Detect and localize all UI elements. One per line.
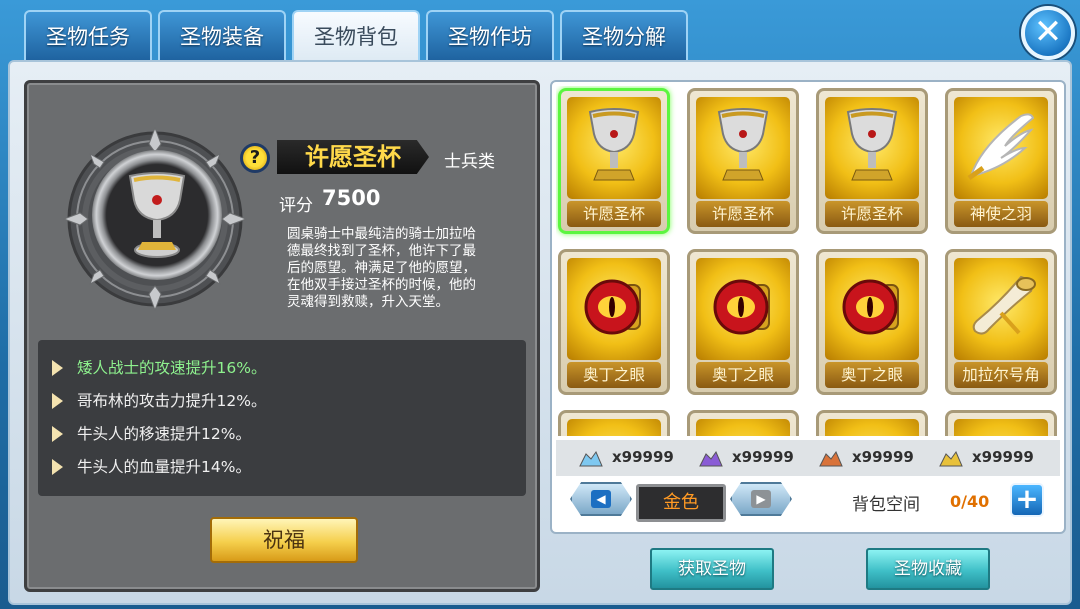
tab-relic-equip[interactable]: 圣物装备	[158, 10, 286, 60]
eye-icon	[696, 258, 790, 360]
grail-icon	[696, 97, 790, 199]
relic-name: 许愿圣杯	[277, 140, 429, 174]
inventory-slot[interactable]: 奥丁之眼	[687, 249, 799, 395]
inventory-slot-label: 神使之羽	[954, 201, 1048, 227]
get-relic-button[interactable]: 获取圣物	[650, 548, 774, 590]
resource-count: x99999	[852, 448, 914, 466]
bless-button[interactable]: 祝福	[210, 517, 358, 563]
resource-bar: x99999 x99999 x99999 x99999	[556, 440, 1060, 476]
inventory-slot-label: 许愿圣杯	[696, 201, 790, 227]
inventory-slot-label: 许愿圣杯	[567, 201, 661, 227]
grail-icon	[128, 172, 186, 258]
tab-relic-workshop[interactable]: 圣物作坊	[426, 10, 554, 60]
gold-gem-icon	[939, 450, 963, 467]
inventory-slot[interactable]: 奥丁之眼	[816, 249, 928, 395]
effect-item: 矮人战士的攻速提升16%。	[52, 356, 266, 378]
relic-collection-button[interactable]: 圣物收藏	[866, 548, 990, 590]
prev-quality-button[interactable]: ◀	[570, 482, 632, 516]
inventory-slot[interactable]	[687, 410, 799, 436]
bag-space-label: 背包空间	[852, 495, 920, 515]
inventory-slot[interactable]	[558, 410, 670, 436]
help-icon[interactable]: ?	[240, 143, 270, 173]
inventory-slot[interactable]: 神使之羽	[945, 88, 1057, 234]
description-line: 灵魂得到救赎，升入天堂。	[287, 294, 449, 310]
description-line: 德最终找到了圣杯，他许下了最	[287, 243, 476, 259]
tab-relic-quest[interactable]: 圣物任务	[24, 10, 152, 60]
effect-item: 哥布林的攻击力提升12%。	[52, 389, 266, 411]
bullet-icon	[52, 360, 63, 376]
inventory-slot[interactable]	[945, 410, 1057, 436]
eye-icon	[567, 258, 661, 360]
quality-filter[interactable]: 金色	[636, 484, 726, 522]
inventory-slot-label: 奥丁之眼	[567, 362, 661, 388]
description-line: 后的愿望。神满足了他的愿望，	[287, 260, 476, 276]
tab-relic-bag[interactable]: 圣物背包	[292, 10, 420, 64]
effect-item: 牛头人的移速提升12%。	[52, 422, 251, 444]
score-label: 评分	[279, 196, 313, 216]
bag-space-count: 0/40	[950, 492, 990, 511]
relic-description: 圆桌骑士中最纯洁的骑士加拉哈 德最终找到了圣杯，他许下了最 后的愿望。神满足了他…	[287, 226, 525, 311]
resource-count: x99999	[612, 448, 674, 466]
expand-bag-button[interactable]: +	[1010, 483, 1044, 517]
arrow-left-icon: ◀	[591, 490, 611, 508]
inventory-slot[interactable]	[816, 410, 928, 436]
close-icon: ✕	[1033, 12, 1063, 52]
horn-icon	[954, 258, 1048, 360]
close-button[interactable]: ✕	[1021, 6, 1075, 60]
next-quality-button[interactable]: ▶	[730, 482, 792, 516]
inventory-slot-label: 加拉尔号角	[954, 362, 1048, 388]
inventory-slot[interactable]: 许愿圣杯	[558, 88, 670, 234]
inventory-slot-label: 奥丁之眼	[825, 362, 919, 388]
inventory-slot-label: 许愿圣杯	[825, 201, 919, 227]
orange-gem-icon	[819, 450, 843, 467]
inventory-slot[interactable]: 许愿圣杯	[687, 88, 799, 234]
bullet-icon	[52, 393, 63, 409]
score-value: 7500	[322, 186, 381, 210]
tab-relic-decompose[interactable]: 圣物分解	[560, 10, 688, 60]
arrow-right-icon: ▶	[751, 490, 771, 508]
blue-gem-icon	[579, 450, 603, 467]
grail-icon	[567, 97, 661, 199]
effect-item: 牛头人的血量提升14%。	[52, 455, 251, 477]
bullet-icon	[52, 459, 63, 475]
slot-art	[567, 419, 661, 436]
slot-art	[696, 419, 790, 436]
purple-gem-icon	[699, 450, 723, 467]
effect-text: 牛头人的移速提升12%。	[77, 425, 251, 443]
slot-art	[954, 419, 1048, 436]
inventory-slot[interactable]: 加拉尔号角	[945, 249, 1057, 395]
effects-list: 矮人战士的攻速提升16%。 哥布林的攻击力提升12%。 牛头人的移速提升12%。…	[38, 340, 526, 496]
effect-text: 矮人战士的攻速提升16%。	[77, 359, 267, 377]
inventory-grid[interactable]: 许愿圣杯 许愿圣杯 许愿圣杯 神使之羽奥丁之眼 奥丁之眼 奥丁之眼 加拉尔号角	[556, 86, 1060, 436]
resource-count: x99999	[732, 448, 794, 466]
inventory-slot[interactable]: 许愿圣杯	[816, 88, 928, 234]
description-line: 圆桌骑士中最纯洁的骑士加拉哈	[287, 226, 476, 242]
plus-icon: +	[1015, 482, 1039, 515]
relic-class: 士兵类	[444, 152, 495, 172]
inventory-slot[interactable]: 奥丁之眼	[558, 249, 670, 395]
wing-icon	[954, 97, 1048, 199]
inventory-slot-label: 奥丁之眼	[696, 362, 790, 388]
eye-icon	[825, 258, 919, 360]
description-line: 在他双手接过圣杯的时候，他的	[287, 277, 476, 293]
tab-bar: 圣物任务 圣物装备 圣物背包 圣物作坊 圣物分解	[24, 10, 688, 64]
resource-count: x99999	[972, 448, 1034, 466]
grail-icon	[825, 97, 919, 199]
effect-text: 哥布林的攻击力提升12%。	[77, 392, 267, 410]
slot-art	[825, 419, 919, 436]
effect-text: 牛头人的血量提升14%。	[77, 458, 251, 476]
bullet-icon	[52, 426, 63, 442]
